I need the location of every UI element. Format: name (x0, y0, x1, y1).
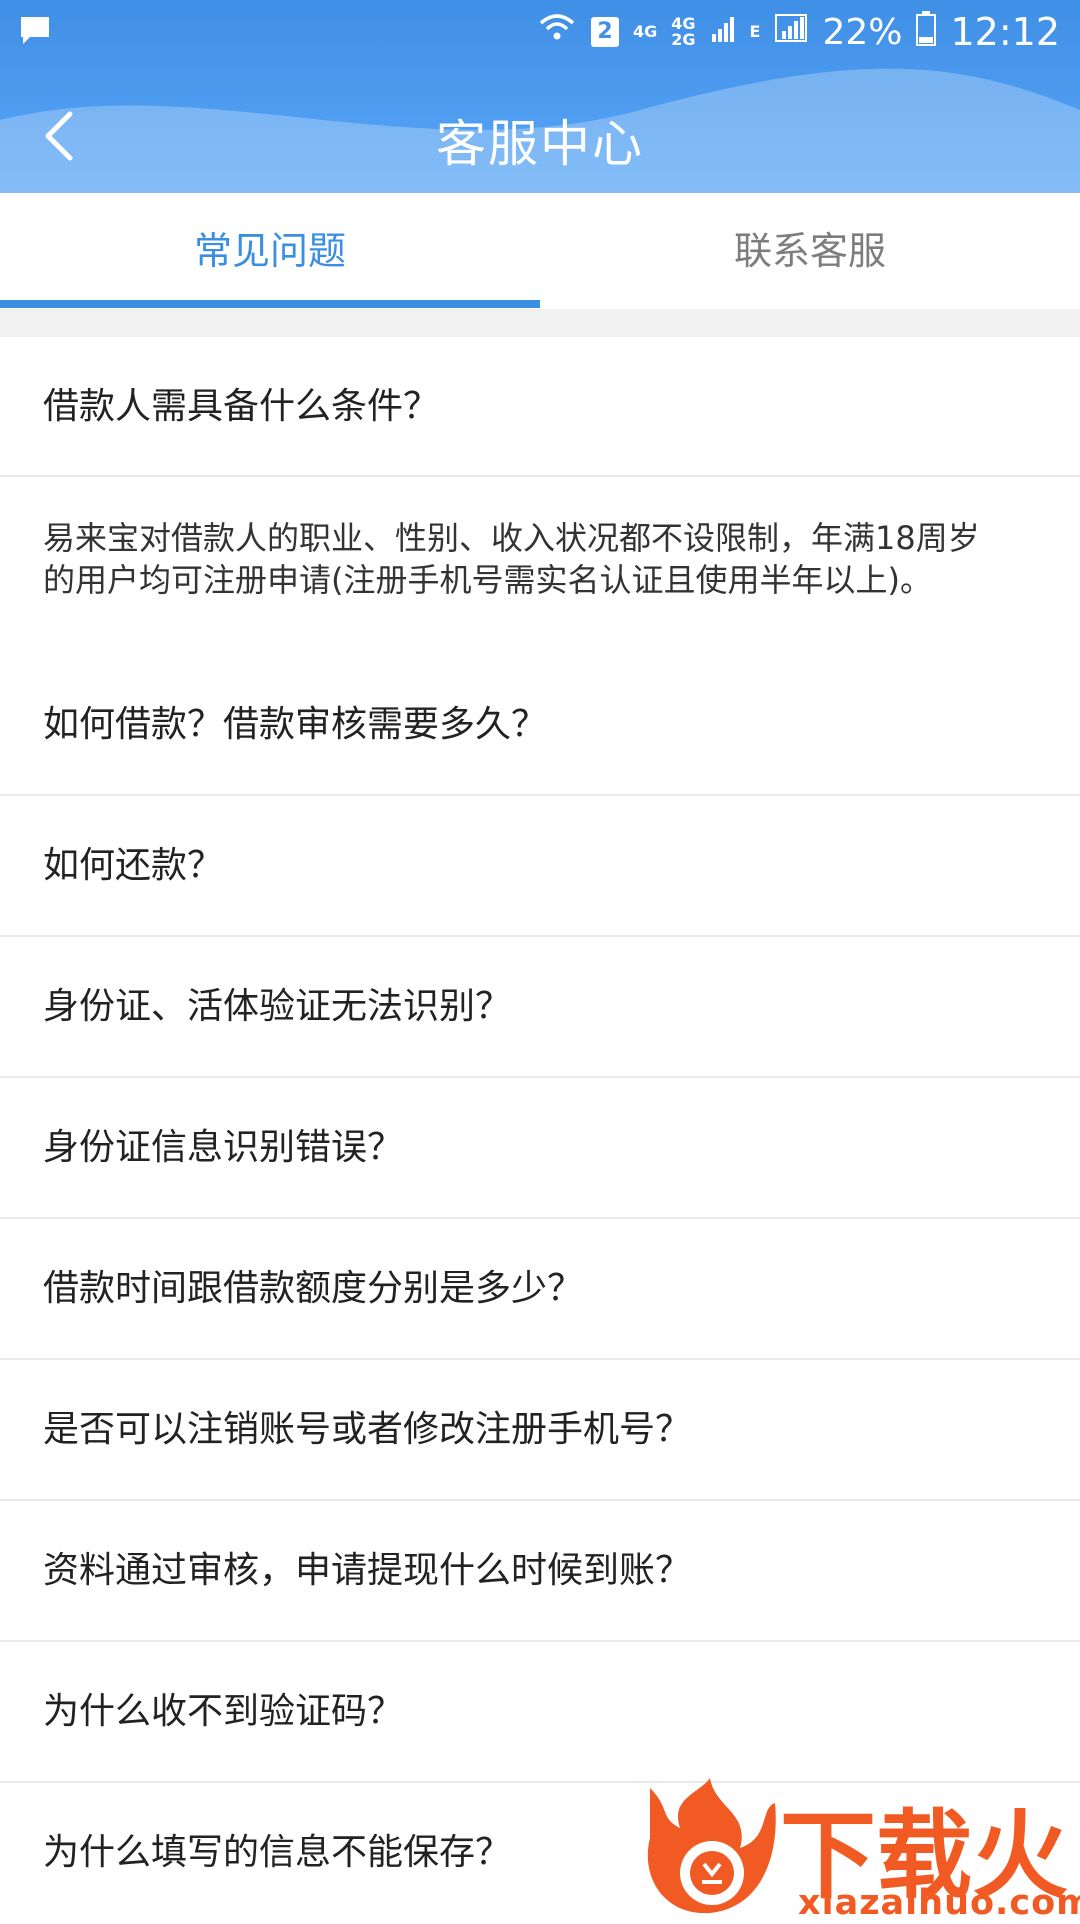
network-dual-label: 4G 2G (671, 16, 695, 48)
faq-question: 身份证、活体验证无法识别？ (43, 986, 512, 1027)
sim-badge: 2 (591, 17, 619, 47)
faq-item[interactable]: 身份证信息识别错误？ (0, 1078, 1080, 1219)
faq-question: 身份证信息识别错误？ (43, 1127, 404, 1168)
page-title: 客服中心 (436, 115, 644, 173)
wifi-icon (537, 11, 577, 54)
faq-question: 借款时间跟借款额度分别是多少？ (43, 1268, 584, 1309)
faq-item[interactable]: 如何借款？借款审核需要多久？ (0, 655, 1080, 796)
faq-item[interactable]: 如何还款？ (0, 796, 1080, 937)
faq-answer-text: 易来宝对借款人的职业、性别、收入状况都不设限制，年满18周岁 的用户均可注册申请… (43, 517, 1043, 601)
faq-item[interactable]: 借款人需具备什么条件？ (0, 337, 1080, 477)
faq-question: 如何还款？ (43, 845, 224, 886)
tab-active-indicator (0, 300, 540, 308)
answer-line-1: 易来宝对借款人的职业、性别、收入状况都不设限制，年满18周岁 (43, 519, 980, 557)
tab-contact-service[interactable]: 联系客服 (540, 193, 1080, 309)
message-notification-icon (18, 14, 52, 57)
faq-item[interactable]: 为什么收不到验证码？ (0, 1642, 1080, 1783)
watermark-url: xiazaihuo.com (798, 1883, 1080, 1923)
watermark-logo: 下载火 xiazaihuo.com (640, 1778, 1080, 1923)
status-bar: 2 4G 4G 2G E 22% 12:12 (0, 0, 1080, 64)
network-e-label: E (749, 22, 761, 41)
faq-question: 资料通过审核，申请提现什么时候到账？ (43, 1550, 692, 1591)
faq-item[interactable]: 是否可以注销账号或者修改注册手机号？ (0, 1360, 1080, 1501)
section-divider (0, 309, 1080, 337)
battery-percent: 22% (822, 11, 903, 53)
tab-bar: 常见问题 联系客服 (0, 193, 1080, 309)
faq-question: 是否可以注销账号或者修改注册手机号？ (43, 1409, 692, 1450)
signal-icon-2 (774, 11, 808, 54)
faq-question: 为什么填写的信息不能保存？ (43, 1832, 512, 1873)
network-4g-label: 4G (633, 22, 658, 41)
faq-item[interactable]: 资料通过审核，申请提现什么时候到账？ (0, 1501, 1080, 1642)
battery-icon (916, 10, 937, 55)
faq-answer: 易来宝对借款人的职业、性别、收入状况都不设限制，年满18周岁 的用户均可注册申请… (0, 477, 1080, 657)
header-bar: 2 4G 4G 2G E 22% 12:12 客服中心 (0, 0, 1080, 193)
faq-item[interactable]: 身份证、活体验证无法识别？ (0, 937, 1080, 1078)
faq-question: 为什么收不到验证码？ (43, 1691, 404, 1732)
answer-line-2: 的用户均可注册申请(注册手机号需实名认证且使用半年以上)。 (43, 561, 932, 599)
flame-logo-icon (647, 1778, 776, 1914)
tab-faq[interactable]: 常见问题 (0, 193, 540, 309)
signal-icon (710, 12, 736, 53)
faq-question: 借款人需具备什么条件？ (43, 386, 440, 427)
faq-item[interactable]: 借款时间跟借款额度分别是多少？ (0, 1219, 1080, 1360)
faq-question: 如何借款？借款审核需要多久？ (43, 704, 548, 745)
status-time: 12:12 (950, 10, 1060, 54)
network-bottom-label: 2G (671, 30, 696, 49)
